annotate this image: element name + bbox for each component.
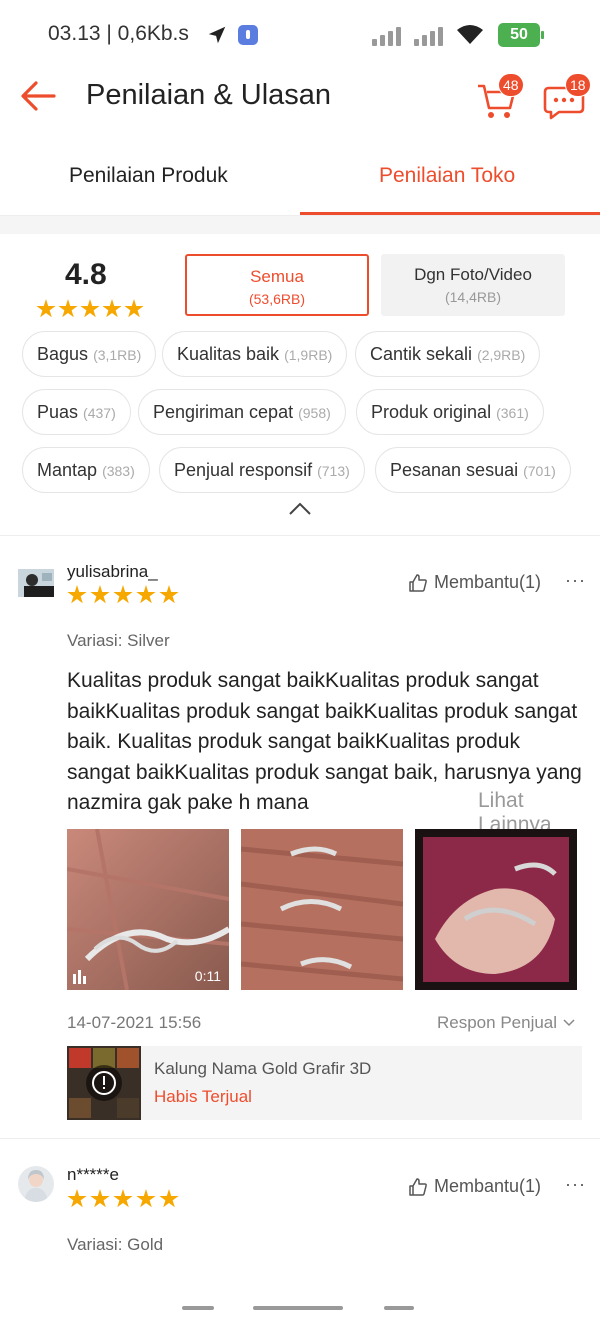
cart-badge: 48 <box>498 73 524 97</box>
filter-label: Dgn Foto/Video <box>414 265 532 284</box>
avatar-image <box>18 569 54 597</box>
average-rating: 4.8 <box>65 258 107 291</box>
product-status: Habis Terjual <box>154 1087 252 1106</box>
chip-puas[interactable]: Puas (437) <box>22 389 131 435</box>
chip-pesanan-sesuai[interactable]: Pesanan sesuai (701) <box>375 447 571 493</box>
chip-bagus[interactable]: Bagus (3,1RB) <box>22 331 157 377</box>
status-bar: 03.13 | 0,6Kb.s 50 <box>0 0 600 70</box>
avatar[interactable] <box>18 1166 54 1202</box>
avatar[interactable] <box>18 569 54 597</box>
helpful-button[interactable]: Membantu(1) <box>408 1176 541 1197</box>
product-name: Kalung Nama Gold Grafir 3D <box>154 1059 372 1078</box>
review-photo-image <box>415 829 577 990</box>
thumbs-up-icon <box>409 573 427 592</box>
signal-2-icon <box>414 26 448 46</box>
star-icon <box>102 299 122 318</box>
chip-mantap[interactable]: Mantap (383) <box>22 447 150 493</box>
divider <box>0 535 600 536</box>
star-icon <box>90 585 110 604</box>
page-title: Penilaian & Ulasan <box>86 79 332 111</box>
nav-recents-bar[interactable] <box>384 1306 414 1310</box>
star-icon <box>113 585 133 604</box>
star-icon <box>67 1189 87 1208</box>
avatar-image <box>18 1166 54 1202</box>
reviewer-name: yulisabrina_ <box>67 562 158 581</box>
review-photo[interactable] <box>241 829 403 990</box>
battery-icon: 50 <box>498 23 544 47</box>
cart-button[interactable]: 48 <box>476 73 524 122</box>
chevron-up-icon[interactable] <box>288 502 312 516</box>
star-icon <box>90 1189 110 1208</box>
section-gap <box>0 216 600 234</box>
review-photo-image <box>241 829 403 990</box>
chip-pengiriman-cepat[interactable]: Pengiriman cepat (958) <box>138 389 346 435</box>
star-icon <box>67 585 87 604</box>
star-icon <box>113 1189 133 1208</box>
chip-produk-original[interactable]: Produk original (361) <box>356 389 544 435</box>
video-duration: 0:11 <box>194 968 221 984</box>
tab-shop-rating[interactable]: Penilaian Toko <box>379 164 515 188</box>
tab-bar: Penilaian Produk Penilaian Toko <box>0 140 600 216</box>
location-arrow-icon <box>208 26 226 44</box>
star-icon <box>159 1189 179 1208</box>
chevron-down-icon <box>563 1019 575 1027</box>
signal-1-icon <box>372 26 406 46</box>
filter-all-button[interactable]: Semua (53,6RB) <box>185 254 369 316</box>
more-options-icon[interactable]: ··· <box>565 1174 586 1195</box>
notification-app-icon <box>238 25 258 45</box>
chip-cantik-sekali[interactable]: Cantik sekali (2,9RB) <box>355 331 541 377</box>
active-tab-indicator <box>300 212 600 215</box>
review-stars <box>67 585 179 605</box>
nav-back-bar[interactable] <box>182 1306 214 1310</box>
reviewer-name: n*****e <box>67 1165 119 1184</box>
review-video-thumbnail[interactable]: 0:11 <box>67 829 229 990</box>
nav-home-bar[interactable] <box>253 1306 343 1310</box>
star-icon <box>58 299 78 318</box>
chip-kualitas-baik[interactable]: Kualitas baik (1,9RB) <box>162 331 348 377</box>
back-arrow-icon[interactable] <box>20 80 56 112</box>
chat-badge: 18 <box>565 73 591 97</box>
star-icon <box>80 299 100 318</box>
thumbs-up-icon <box>409 1177 427 1196</box>
tab-product-rating[interactable]: Penilaian Produk <box>69 164 228 188</box>
product-card[interactable]: Kalung Nama Gold Grafir 3D Habis Terjual <box>67 1046 582 1120</box>
chip-penjual-responsif[interactable]: Penjual responsif (713) <box>159 447 365 493</box>
review-photo[interactable] <box>415 829 577 990</box>
product-thumbnail-image <box>67 1046 141 1120</box>
star-icon <box>136 585 156 604</box>
app-header: Penilaian & Ulasan 48 18 <box>0 70 600 125</box>
product-thumbnail <box>67 1046 141 1120</box>
average-rating-stars <box>36 299 144 319</box>
star-icon <box>159 585 179 604</box>
filter-count: (14,4RB) <box>444 289 502 305</box>
chat-button[interactable]: 18 <box>543 73 591 122</box>
filter-photo-video-button[interactable]: Dgn Foto/Video (14,4RB) <box>381 254 565 316</box>
star-icon <box>136 1189 156 1208</box>
video-icon <box>73 970 86 984</box>
star-icon <box>124 299 144 318</box>
seller-response-toggle[interactable]: Respon Penjual <box>437 1013 575 1033</box>
review-variation: Variasi: Silver <box>67 631 170 650</box>
divider <box>0 1138 600 1139</box>
review-date: 14-07-2021 15:56 <box>67 1013 202 1032</box>
status-time: 03.13 | 0,6Kb.s <box>48 22 189 45</box>
video-thumbnail-image <box>67 829 229 990</box>
review-stars <box>67 1189 179 1209</box>
wifi-icon <box>457 25 483 44</box>
review-variation: Variasi: Gold <box>67 1235 164 1254</box>
filter-count: (53,6RB) <box>248 291 306 307</box>
more-options-icon[interactable]: ··· <box>565 570 586 591</box>
helpful-button[interactable]: Membantu(1) <box>408 572 541 593</box>
filter-label: Semua <box>250 267 304 286</box>
star-icon <box>36 299 56 318</box>
